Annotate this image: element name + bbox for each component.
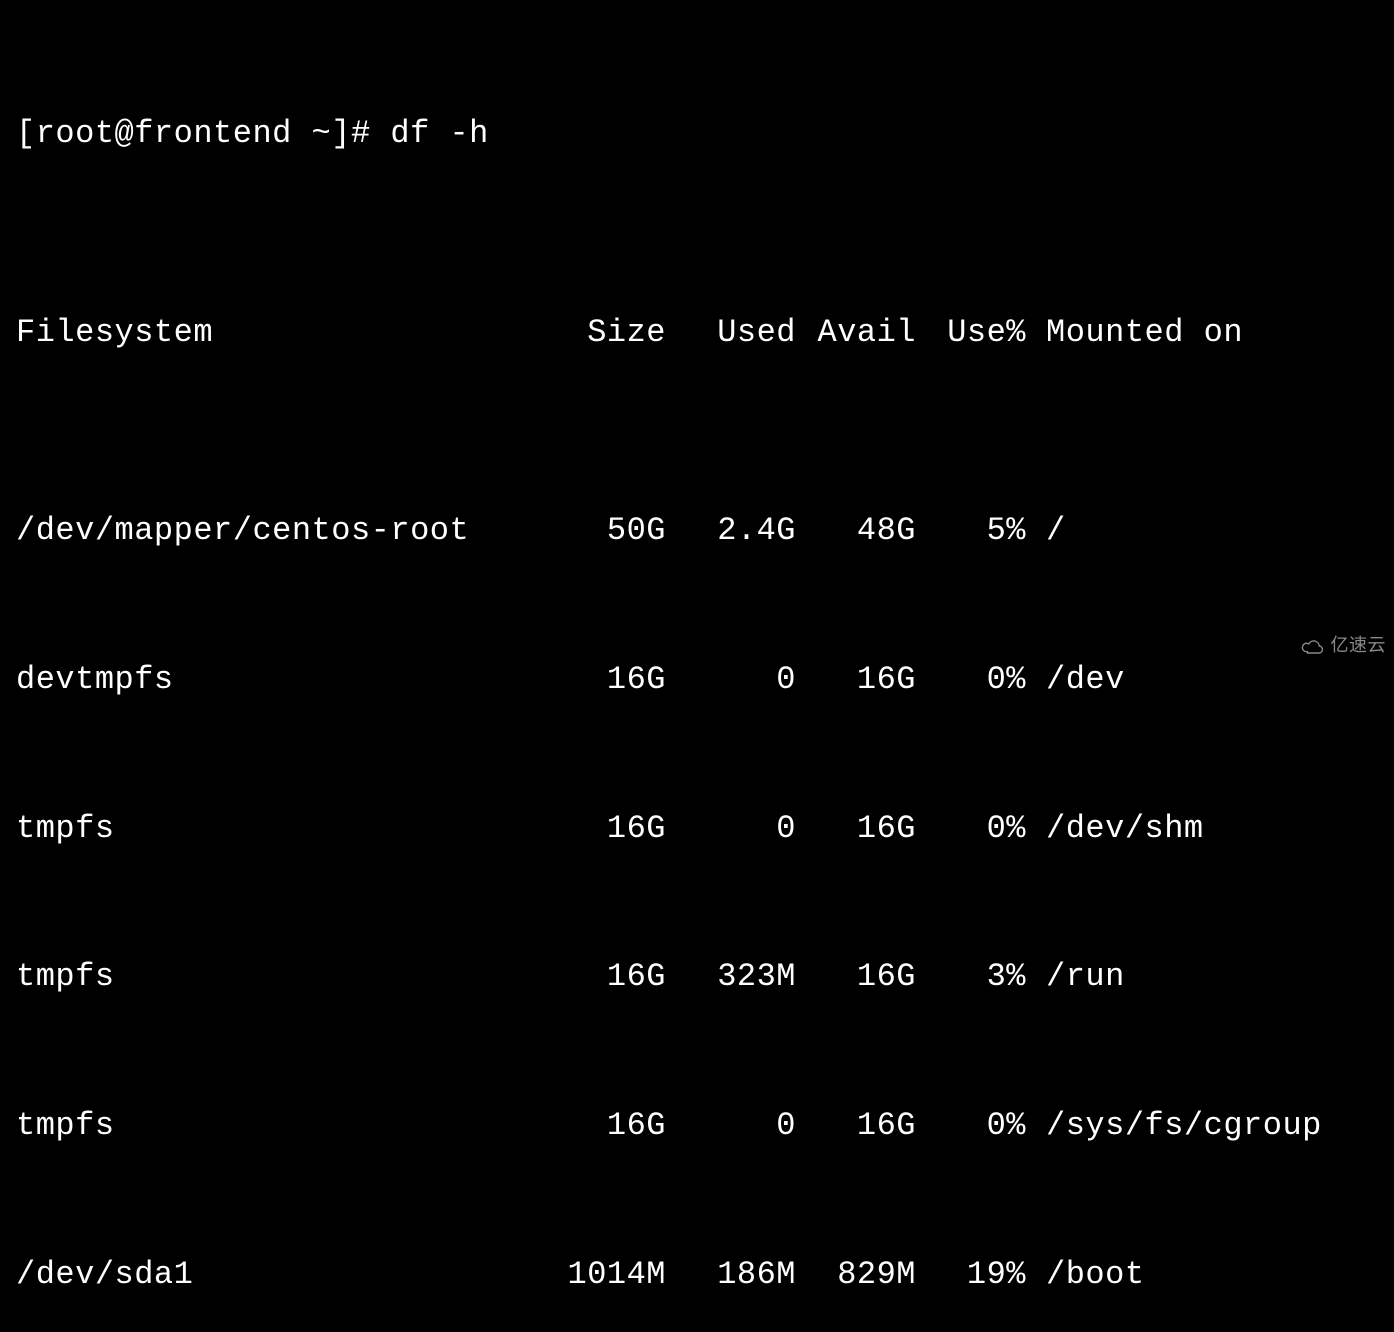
header-usep: Use%: [916, 308, 1026, 358]
cell-fs: tmpfs: [16, 952, 536, 1002]
header-filesystem: Filesystem: [16, 308, 536, 358]
cell-used: 186M: [666, 1250, 796, 1300]
table-header: Filesystem Size Used Avail Use% Mounted …: [16, 308, 1378, 358]
cell-used: 0: [666, 655, 796, 705]
cell-size: 1014M: [536, 1250, 666, 1300]
header-used: Used: [666, 308, 796, 358]
watermark: 亿速云: [1299, 632, 1387, 660]
cell-mount: /dev: [1026, 655, 1378, 705]
cell-mount: /sys/fs/cgroup: [1026, 1101, 1378, 1151]
cell-avail: 16G: [796, 952, 916, 1002]
terminal-output: [root@frontend ~]# df -h Filesystem Size…: [16, 10, 1378, 1332]
shell-prompt: [root@frontend ~]#: [16, 115, 390, 152]
cell-fs: tmpfs: [16, 804, 536, 854]
cell-avail: 16G: [796, 1101, 916, 1151]
cell-usep: 0%: [916, 655, 1026, 705]
cell-used: 2.4G: [666, 506, 796, 556]
cell-mount: /boot: [1026, 1250, 1378, 1300]
cell-used: 0: [666, 804, 796, 854]
cell-usep: 0%: [916, 1101, 1026, 1151]
cloud-icon: [1299, 637, 1327, 655]
cell-mount: /run: [1026, 952, 1378, 1002]
cell-avail: 829M: [796, 1250, 916, 1300]
cell-size: 16G: [536, 655, 666, 705]
command-text: df -h: [390, 115, 489, 152]
header-avail: Avail: [796, 308, 916, 358]
cell-usep: 5%: [916, 506, 1026, 556]
cell-usep: 3%: [916, 952, 1026, 1002]
cell-mount: /: [1026, 506, 1378, 556]
table-row: devtmpfs 16G 0 16G 0% /dev: [16, 655, 1378, 705]
cell-fs: devtmpfs: [16, 655, 536, 705]
cell-fs: tmpfs: [16, 1101, 536, 1151]
cell-avail: 48G: [796, 506, 916, 556]
table-row: tmpfs 16G 0 16G 0% /sys/fs/cgroup: [16, 1101, 1378, 1151]
watermark-text: 亿速云: [1331, 632, 1387, 660]
cell-avail: 16G: [796, 655, 916, 705]
cell-fs: /dev/sda1: [16, 1250, 536, 1300]
cell-size: 16G: [536, 1101, 666, 1151]
cell-usep: 19%: [916, 1250, 1026, 1300]
cell-size: 50G: [536, 506, 666, 556]
table-row: /dev/sda1 1014M 186M 829M 19% /boot: [16, 1250, 1378, 1300]
header-size: Size: [536, 308, 666, 358]
table-row: tmpfs 16G 323M 16G 3% /run: [16, 952, 1378, 1002]
cell-mount: /dev/shm: [1026, 804, 1378, 854]
cell-avail: 16G: [796, 804, 916, 854]
cell-used: 323M: [666, 952, 796, 1002]
cell-fs: /dev/mapper/centos-root: [16, 506, 536, 556]
cell-usep: 0%: [916, 804, 1026, 854]
cell-used: 0: [666, 1101, 796, 1151]
table-row: /dev/mapper/centos-root 50G 2.4G 48G 5% …: [16, 506, 1378, 556]
cell-size: 16G: [536, 952, 666, 1002]
table-row: tmpfs 16G 0 16G 0% /dev/shm: [16, 804, 1378, 854]
header-mounted: Mounted on: [1026, 308, 1378, 358]
cell-size: 16G: [536, 804, 666, 854]
command-line: [root@frontend ~]# df -h: [16, 109, 1378, 159]
